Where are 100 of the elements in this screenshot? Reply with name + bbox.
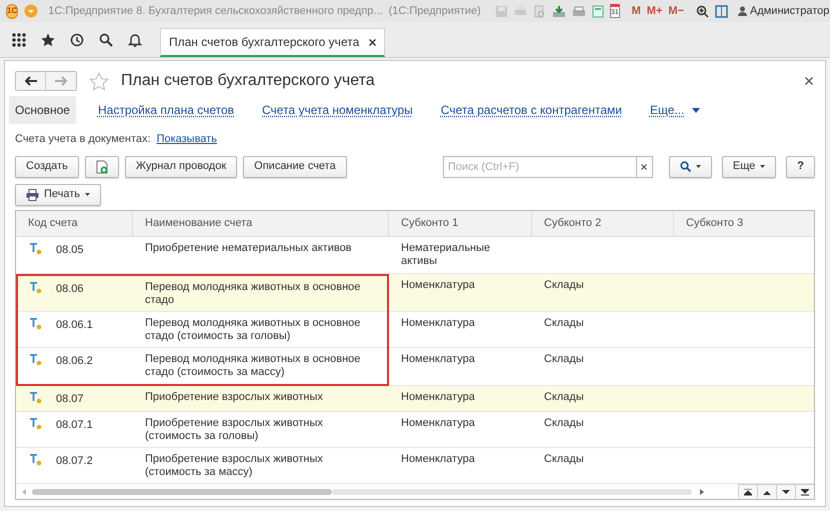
print-button[interactable]: Печать	[15, 184, 102, 206]
table-row[interactable]: 08.05 Приобретение нематериальных активов Нематериальные активы	[16, 236, 814, 274]
account-code: 08.05	[56, 242, 84, 258]
table-row[interactable]: 08.06.1 Перевод молодняка животных в основное стадо (стоимость за головы) Номенклатура Склады	[16, 312, 814, 348]
account-code: 08.06.2	[56, 354, 93, 368]
column-header[interactable]: Наименование счета	[133, 210, 389, 236]
create-button[interactable]: Создать	[15, 156, 79, 178]
caret-icon	[85, 193, 90, 196]
account-code: 08.07.1	[56, 418, 93, 433]
column-header[interactable]: Субконто 2	[532, 210, 674, 236]
scroll-nav-button[interactable]	[795, 484, 814, 499]
window-title: 1С:Предприятие 8. Бухгалтерия сельскохозяйственного предпр...	[48, 4, 383, 19]
setting-label: Счета учета в документах:	[15, 132, 151, 147]
account-name: Перевод молодняка животных в основное стадо (стоимость за головы)	[145, 316, 362, 342]
account-name: Перевод молодняка животных в основное стадо	[145, 280, 362, 306]
apps-grid-icon[interactable]	[12, 32, 26, 46]
scroll-nav-button[interactable]	[757, 484, 776, 499]
close-icon[interactable]	[369, 38, 376, 46]
zoom-icon[interactable]	[696, 4, 709, 18]
back-button[interactable]	[16, 72, 46, 90]
right-arrow-icon	[55, 76, 67, 86]
account-name: Приобретение взрослых животных (стоимость за массу)	[145, 453, 324, 479]
subconto-value: Склады	[544, 453, 585, 466]
document-plus-icon	[96, 160, 108, 174]
action-button[interactable]: Журнал проводок	[124, 156, 238, 178]
close-icon[interactable]	[805, 77, 813, 85]
to-bottom-icon	[801, 488, 809, 496]
account-icon	[30, 282, 42, 294]
clear-icon	[641, 164, 648, 170]
scroll-nav-button[interactable]	[776, 484, 795, 499]
left-arrow-icon	[24, 76, 36, 86]
star-outline-icon[interactable]	[89, 72, 109, 90]
column-header[interactable]: Субконто 3	[674, 210, 814, 236]
search-button[interactable]	[668, 156, 712, 178]
column-header[interactable]: Код счета	[16, 210, 133, 236]
panel-icon[interactable]	[714, 4, 728, 18]
history-icon[interactable]	[70, 32, 84, 46]
memory-button[interactable]: M−	[668, 2, 684, 20]
printer-icon	[26, 188, 39, 200]
table-row[interactable]: 08.06 Перевод молодняка животных в основное стадо Номенклатура Склады	[16, 274, 814, 312]
caret-icon	[696, 165, 701, 168]
subconto-value: Номенклатура	[401, 278, 476, 292]
action-button[interactable]: Описание счета	[243, 156, 347, 178]
account-name: Перевод молодняка животных в основное стадо (стоимость за массу)	[145, 352, 362, 378]
add-copy-button[interactable]	[84, 156, 119, 178]
account-name: Приобретение нематериальных активов	[145, 242, 353, 254]
scroll-nav-button[interactable]	[738, 484, 757, 499]
section-link[interactable]: Настройка плана счетов	[92, 96, 240, 124]
user-name[interactable]: Администратор	[750, 2, 830, 20]
account-icon	[30, 454, 42, 466]
subconto-value: Номенклатура	[401, 352, 476, 366]
star-icon[interactable]	[41, 32, 55, 46]
show-link[interactable]: Показывать	[156, 131, 217, 148]
subconto-value: Номенклатура	[401, 390, 476, 404]
subconto-value: Склады	[544, 417, 585, 430]
account-icon	[30, 418, 42, 430]
memory-button[interactable]: M+	[646, 2, 662, 20]
section-link[interactable]: Счета учета номенклатуры	[256, 96, 419, 124]
more-button[interactable]: Еще	[722, 156, 776, 178]
account-name: Приобретение взрослых животных	[145, 390, 324, 404]
search-icon[interactable]	[99, 32, 113, 46]
table-row[interactable]: 08.06.2 Перевод молодняка животных в основное стадо (стоимость за массу) Номенклатура Склады	[16, 348, 814, 386]
account-code: 08.07	[56, 392, 84, 406]
table-row[interactable]: 08.07 Приобретение взрослых животных Номенклатура Склады	[16, 386, 814, 412]
account-icon	[30, 354, 42, 366]
caret-icon	[760, 165, 766, 168]
app-name: (1С:Предприятие)	[388, 4, 481, 19]
column-header[interactable]: Субконто 1	[389, 210, 532, 236]
search-field[interactable]: Поиск (Ctrl+F)	[442, 156, 637, 178]
section-link[interactable]: Счета расчетов с контрагентами	[434, 96, 628, 124]
clear-button[interactable]	[636, 156, 653, 178]
subconto-value: Номенклатура	[401, 417, 476, 430]
subconto-value: Номенклатура	[401, 453, 476, 466]
logo: 1С	[6, 4, 18, 18]
tray-icon[interactable]	[552, 4, 566, 18]
to-top-icon	[744, 488, 752, 496]
help-button[interactable]: ?	[786, 156, 815, 178]
subconto-value: Склады	[544, 278, 585, 292]
scrollbar-thumb[interactable]	[32, 488, 332, 494]
section-tab[interactable]: Основное	[9, 96, 76, 124]
open-tab[interactable]: План счетов бухгалтерского учета	[160, 28, 386, 57]
account-code: 08.06	[56, 282, 84, 296]
scroll-right-icon[interactable]	[700, 488, 704, 494]
section-link[interactable]: Еще...	[644, 96, 706, 124]
subconto-value: Нематериальные активы	[401, 242, 492, 268]
subconto-value: Номенклатура	[401, 316, 476, 330]
calculator-icon[interactable]	[592, 4, 604, 18]
caret-icon	[692, 108, 700, 112]
account-icon	[30, 242, 42, 254]
account-name: Приобретение взрослых животных (стоимость за головы)	[145, 417, 324, 443]
bell-icon[interactable]	[128, 32, 142, 46]
account-icon	[30, 318, 42, 330]
account-code: 08.06.1	[56, 318, 93, 332]
form-title: План счетов бухгалтерского учета	[121, 71, 375, 91]
subconto-value: Склады	[544, 316, 585, 330]
search-icon	[680, 161, 691, 172]
down-icon	[782, 488, 790, 496]
memory-button[interactable]: M	[632, 2, 641, 20]
account-icon	[30, 392, 42, 404]
subconto-value: Склады	[544, 390, 585, 404]
